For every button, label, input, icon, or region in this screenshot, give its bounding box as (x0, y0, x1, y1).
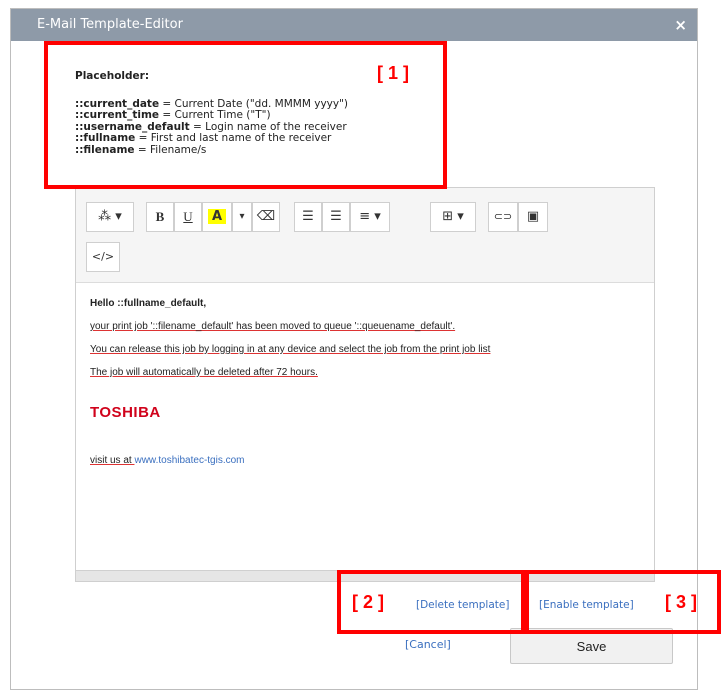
body-line: The job will automatically be deleted af… (90, 367, 318, 378)
rich-text-editor[interactable]: ⁂ ▾ B U A ▾ ⌫ ☰ ☰ ≡ ▾ ⊞ ▾ ⊂⊃ ▣ </> Hello… (75, 187, 655, 582)
website-link[interactable]: www.toshibatec-tgis.com (134, 455, 244, 466)
font-color-dropdown[interactable]: ▾ (232, 202, 252, 232)
cancel-link[interactable]: [Cancel] (405, 638, 451, 651)
link-icon[interactable]: ⊂⊃ (488, 202, 518, 232)
annotation-label-3: [ 3 ] (665, 592, 698, 612)
table-dropdown-icon[interactable]: ⊞ ▾ (430, 202, 476, 232)
body-line: You can release this job by logging in a… (90, 344, 491, 355)
toshiba-logo: TOSHIBA (90, 404, 161, 421)
eraser-icon[interactable]: ⌫ (252, 202, 280, 232)
editor-content[interactable]: Hello ::fullname_default, your print job… (90, 298, 644, 466)
annotation-label-2: [ 2 ] (352, 592, 385, 612)
body-line: your print job '::filename_default' has … (90, 321, 456, 332)
greeting-line: Hello ::fullname_default, (90, 298, 207, 309)
visit-line: visit us at www.toshibatec-tgis.com (90, 455, 245, 466)
ordered-list-icon[interactable]: ☰ (322, 202, 350, 232)
underline-button[interactable]: U (174, 202, 202, 232)
image-icon[interactable]: ▣ (518, 202, 548, 232)
code-view-icon[interactable]: </> (86, 242, 120, 272)
close-icon[interactable]: × (674, 16, 687, 34)
align-dropdown-icon[interactable]: ≡ ▾ (350, 202, 390, 232)
annotation-label-1: [ 1 ] (377, 63, 410, 83)
font-color-icon: A (207, 209, 227, 224)
magic-wand-icon[interactable]: ⁂ ▾ (86, 202, 134, 232)
font-color-button[interactable]: A (202, 202, 232, 232)
unordered-list-icon[interactable]: ☰ (294, 202, 322, 232)
dialog-titlebar: E-Mail Template-Editor × (11, 9, 697, 41)
editor-toolbar: ⁂ ▾ B U A ▾ ⌫ ☰ ☰ ≡ ▾ ⊞ ▾ ⊂⊃ ▣ </> (76, 188, 654, 283)
bold-button[interactable]: B (146, 202, 174, 232)
dialog-title: E-Mail Template-Editor (37, 17, 183, 32)
